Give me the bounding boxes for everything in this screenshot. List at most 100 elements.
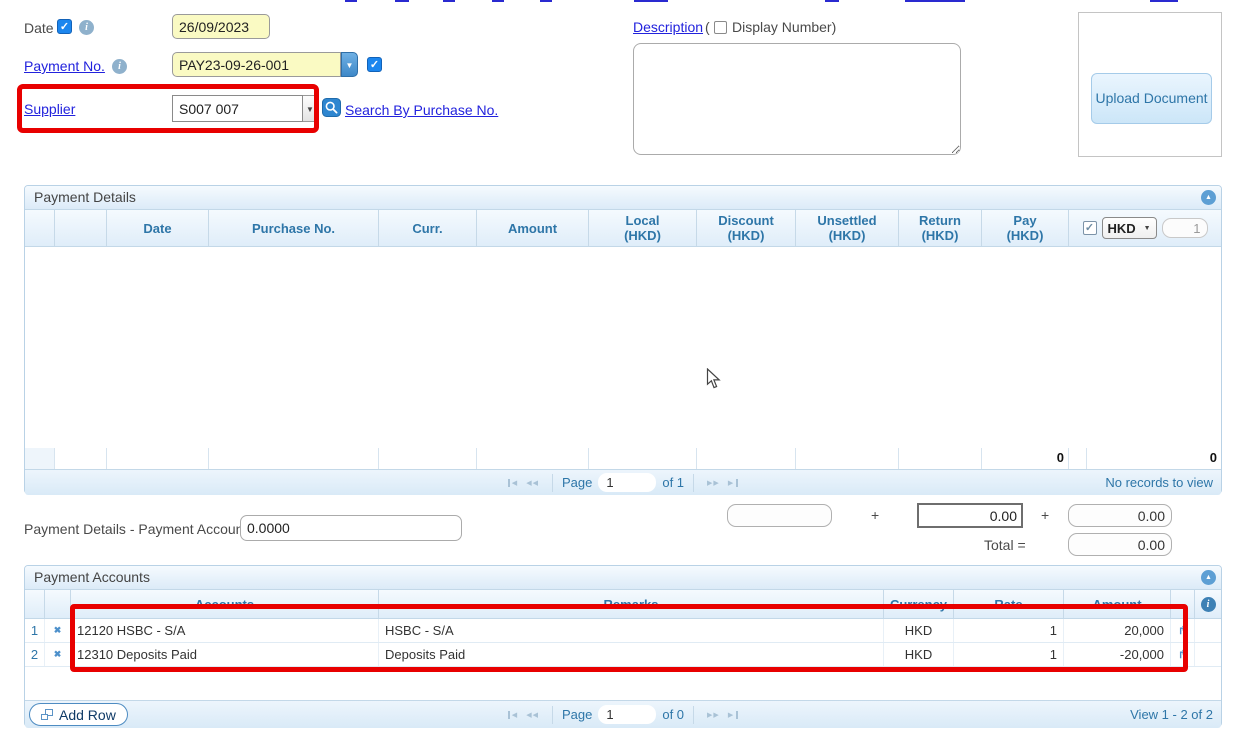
column-label: Date [143, 221, 171, 236]
bank-charge-input[interactable] [917, 503, 1023, 528]
column-label: (HKD) [922, 228, 959, 243]
column-header-discount-hkd[interactable]: Discount (HKD) [697, 210, 796, 246]
subtotal-input[interactable] [1068, 504, 1172, 527]
supplier-dropdown-button[interactable]: ▼ [303, 95, 318, 122]
search-by-purchase-link[interactable]: Search By Purchase No. [345, 102, 498, 118]
payment-no-checkbox[interactable]: ✓ [367, 57, 382, 72]
payment-accounts-pager: Add Row ◀ ◀◀ Page of 0 ▶▶ ▶ View 1 - 2 o… [25, 700, 1221, 728]
pager-prev-icon[interactable]: ◀◀ [526, 479, 539, 487]
payment-no-info-icon[interactable]: i [112, 59, 127, 74]
description-textarea[interactable] [633, 43, 961, 155]
column-header-delete [45, 590, 71, 618]
delete-row-button[interactable]: ✖ [45, 619, 71, 642]
toolbar-remnant [540, 0, 552, 2]
total-input[interactable] [1068, 533, 1172, 556]
column-header-accounts[interactable]: Accounts [71, 590, 379, 618]
footer-cell [1069, 448, 1087, 469]
column-label: Remarks [604, 597, 659, 612]
collapse-icon[interactable]: ▲ [1201, 190, 1216, 205]
column-label: Purchase No. [252, 221, 335, 236]
amount-cell[interactable]: -20,000 [1064, 643, 1171, 666]
currency-cell[interactable]: HKD [884, 643, 954, 666]
date-info-icon[interactable]: i [79, 20, 94, 35]
rate-cell[interactable]: 1 [954, 619, 1064, 642]
pager-next-icon[interactable]: ▶▶ [707, 479, 720, 487]
account-row-2[interactable]: 2 ✖ 12310 Deposits Paid Deposits Paid HK… [25, 643, 1221, 667]
display-number-label: Display Number) [732, 19, 836, 35]
column-header-date[interactable]: Date [107, 210, 209, 246]
amount-cell[interactable]: 20,000 [1064, 619, 1171, 642]
date-label: Date [24, 20, 54, 36]
row-action-cell[interactable]: ↱ [1171, 643, 1195, 666]
column-header-curr[interactable]: Curr. [379, 210, 477, 246]
add-row-button[interactable]: Add Row [29, 703, 128, 726]
pager-page-input[interactable] [598, 473, 656, 492]
pager-last-icon[interactable]: ▶ [728, 711, 738, 719]
date-checkbox[interactable]: ✓ [57, 19, 72, 34]
difference-label: Payment Details - Payment Accounts = [24, 521, 266, 537]
account-row-1[interactable]: 1 ✖ 12120 HSBC - S/A HSBC - S/A HKD 1 20… [25, 619, 1221, 643]
supplier-input[interactable] [172, 95, 303, 122]
rate-cell[interactable]: 1 [954, 643, 1064, 666]
column-header-local-hkd[interactable]: Local (HKD) [589, 210, 697, 246]
column-header-controls: ✓ HKD ▼ [1069, 210, 1221, 246]
remarks-cell[interactable]: HSBC - S/A [379, 619, 884, 642]
column-header-blank [1171, 590, 1195, 618]
select-all-checkbox[interactable]: ✓ [1083, 221, 1097, 235]
remarks-cell[interactable]: Deposits Paid [379, 643, 884, 666]
payment-details-empty-body [25, 247, 1221, 448]
payment-no-link[interactable]: Payment No. [24, 58, 105, 74]
display-number-checkbox[interactable] [714, 21, 727, 34]
row-action-cell[interactable]: ↱ [1171, 619, 1195, 642]
currency-cell[interactable]: HKD [884, 619, 954, 642]
account-cell[interactable]: 12310 Deposits Paid [71, 643, 379, 666]
column-header-pay-hkd[interactable]: Pay (HKD) [982, 210, 1069, 246]
delete-row-button[interactable]: ✖ [45, 643, 71, 666]
column-header-return-hkd[interactable]: Return (HKD) [899, 210, 982, 246]
blank-amount-input[interactable] [727, 504, 832, 527]
pager-of-label: of 1 [662, 475, 684, 490]
description-link[interactable]: Description [633, 19, 703, 35]
upload-document-button[interactable]: Upload Document [1091, 73, 1212, 124]
chevron-down-icon: ▼ [1144, 221, 1151, 236]
date-input[interactable] [172, 14, 270, 39]
search-icon[interactable] [322, 98, 341, 117]
column-header-amount[interactable]: Amount [1064, 590, 1171, 618]
payment-no-dropdown-button[interactable]: ▼ [341, 52, 358, 77]
column-header-rate[interactable]: Rate [954, 590, 1064, 618]
supplier-link[interactable]: Supplier [24, 101, 75, 117]
pager-page-input[interactable] [598, 705, 656, 724]
column-label: (HKD) [829, 228, 866, 243]
pager-page-label: Page [562, 475, 592, 490]
column-header-amount[interactable]: Amount [477, 210, 589, 246]
currency-select[interactable]: HKD ▼ [1102, 217, 1157, 239]
pager-next-icon[interactable]: ▶▶ [707, 711, 720, 719]
pager-prev-icon[interactable]: ◀◀ [526, 711, 539, 719]
column-header-purchase-no[interactable]: Purchase No. [209, 210, 379, 246]
pager-first-icon[interactable]: ◀ [508, 479, 518, 487]
column-label: Pay [1013, 213, 1036, 228]
column-label: Local [626, 213, 660, 228]
row-arrow-icon: ↱ [1178, 648, 1187, 661]
column-header-currency[interactable]: Currency [884, 590, 954, 618]
payment-accounts-empty-body [25, 667, 1221, 700]
difference-input[interactable] [240, 515, 462, 541]
exchange-rate-input[interactable] [1162, 218, 1208, 238]
payment-no-input[interactable] [172, 52, 341, 77]
column-header-blank1 [25, 210, 55, 246]
column-header-remarks[interactable]: Remarks [379, 590, 884, 618]
pager-last-icon[interactable]: ▶ [728, 479, 738, 487]
column-header-unsettled-hkd[interactable]: Unsettled (HKD) [796, 210, 899, 246]
toolbar-remnant [443, 0, 455, 2]
row-number: 1 [25, 619, 45, 642]
account-cell[interactable]: 12120 HSBC - S/A [71, 619, 379, 642]
pager-separator [693, 474, 694, 492]
column-header-blank2 [55, 210, 107, 246]
collapse-icon[interactable]: ▲ [1201, 570, 1216, 585]
info-icon[interactable]: i [1201, 597, 1216, 612]
footer-cell [107, 448, 209, 469]
payment-details-title: Payment Details [34, 189, 136, 205]
pager-first-icon[interactable]: ◀ [508, 711, 518, 719]
column-label: (HKD) [728, 228, 765, 243]
row-info-cell [1195, 619, 1221, 642]
